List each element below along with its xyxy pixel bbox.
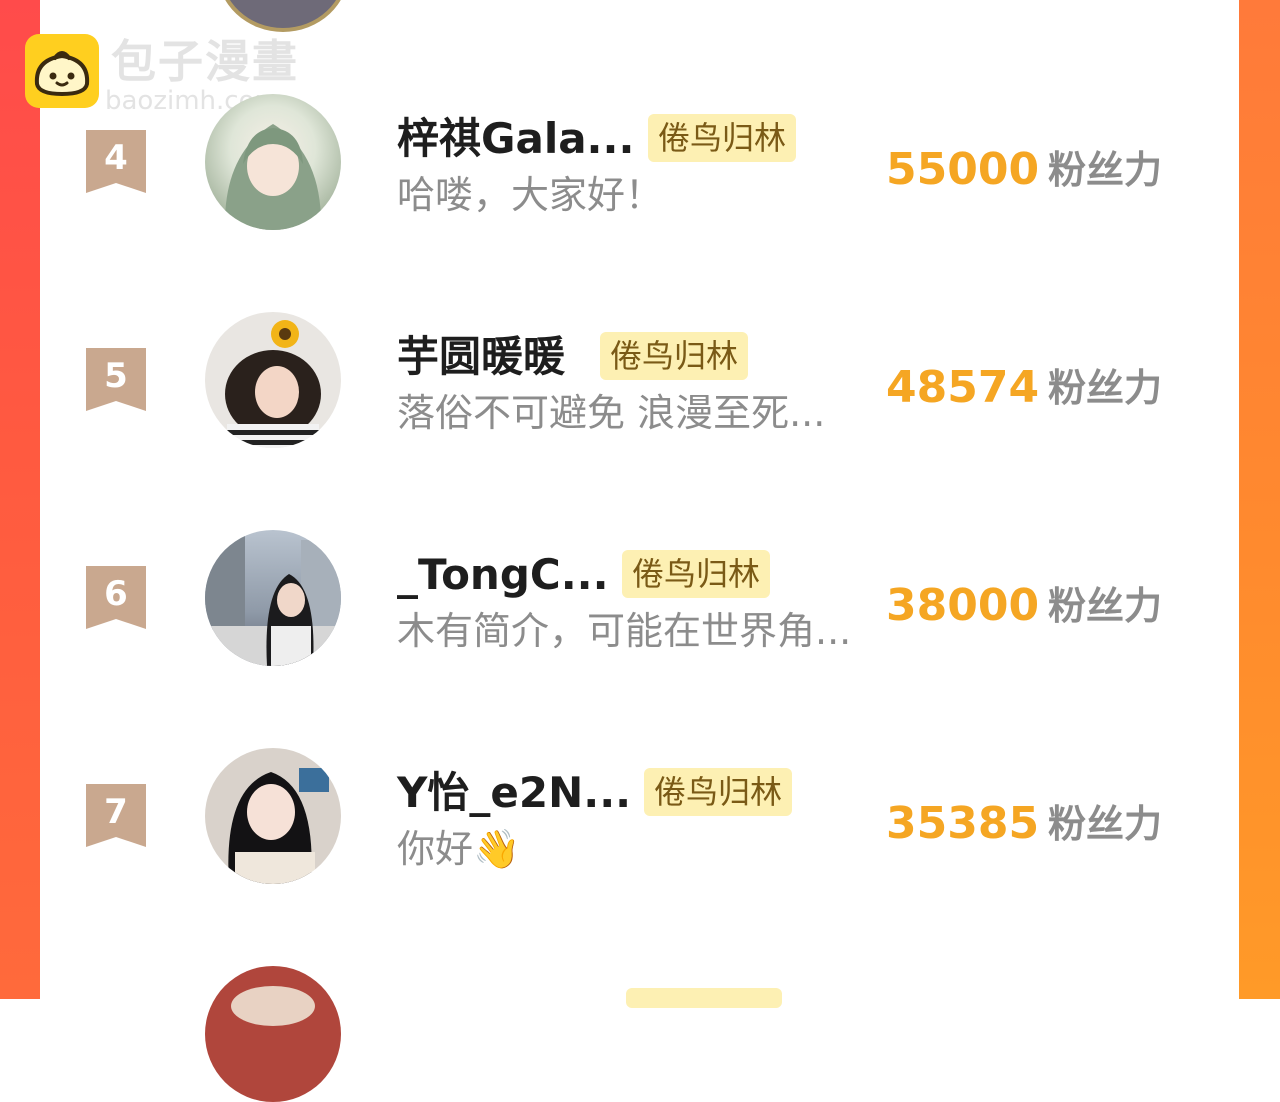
avatar-sunflower-girl[interactable] <box>205 312 341 448</box>
user-tag: 倦鸟归林 <box>648 114 797 162</box>
rank-badge: 5 <box>86 348 146 411</box>
fan-power-score: 48574 <box>886 362 1040 413</box>
user-bio: 落俗不可避免 浪漫至死... <box>397 391 826 435</box>
user-name[interactable]: 梓祺Gala... <box>397 114 634 164</box>
rank-badge: 6 <box>86 566 146 629</box>
avatar-rank-8-partial[interactable] <box>205 966 341 1102</box>
fan-power-unit: 粉丝力 <box>1048 148 1163 192</box>
user-bio: 哈喽，大家好！ <box>397 173 664 217</box>
rank-number: 4 <box>104 138 128 178</box>
user-tag: 倦鸟归林 <box>622 550 771 598</box>
ranking-row[interactable]: 6 _TongC... 倦鸟归林 木有简介，可能在世界角... 38000 粉丝… <box>0 528 1280 668</box>
user-tag: 倦鸟归林 <box>600 332 749 380</box>
rank-number: 6 <box>104 574 128 614</box>
fan-power-score: 38000 <box>886 580 1040 631</box>
tag-rank-8-partial <box>626 988 782 1008</box>
user-name[interactable]: _TongC... <box>397 550 609 600</box>
user-tag: 倦鸟归林 <box>644 768 793 816</box>
user-bio: 木有简介，可能在世界角... <box>397 609 852 653</box>
ranking-row[interactable]: 5 芋圆暖暖 倦鸟归林 落俗不可避免 浪漫至死... 48574 粉丝力 <box>0 310 1280 450</box>
rank-number: 7 <box>104 792 128 832</box>
rank-badge: 7 <box>86 784 146 847</box>
watermark-title: 包子漫畫 <box>111 35 300 88</box>
user-name[interactable]: Y怡_e2N... <box>397 768 631 818</box>
fan-power-score: 55000 <box>886 144 1040 195</box>
avatar-cafe-girl[interactable] <box>205 748 341 884</box>
avatar-anime-girl[interactable] <box>205 94 341 230</box>
ranking-row[interactable]: 7 Y怡_e2N... 倦鸟归林 你好👋 35385 粉丝力 <box>0 746 1280 886</box>
user-bio: 你好👋 <box>397 827 521 871</box>
fan-power-unit: 粉丝力 <box>1048 366 1163 410</box>
rank-number: 5 <box>104 356 128 396</box>
fan-power-unit: 粉丝力 <box>1048 584 1163 628</box>
fan-power-unit: 粉丝力 <box>1048 802 1163 846</box>
rank-badge: 4 <box>86 130 146 193</box>
fan-power-score: 35385 <box>886 798 1040 849</box>
avatar-street-girl[interactable] <box>205 530 341 666</box>
user-name[interactable]: 芋圆暖暖 <box>397 332 565 382</box>
ranking-row[interactable]: 4 梓祺Gala... 倦鸟归林 哈喽，大家好！ 55000 粉丝力 <box>0 92 1280 232</box>
